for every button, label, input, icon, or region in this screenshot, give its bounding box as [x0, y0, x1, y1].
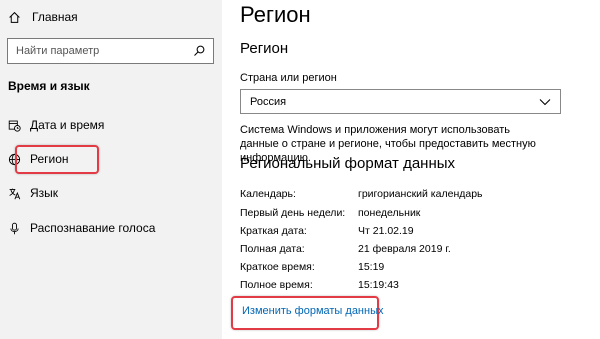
format-key: Календарь:	[240, 188, 296, 200]
main-content: Регион Регион Страна или регион Россия С…	[222, 0, 600, 339]
region-section-title: Регион	[240, 40, 289, 57]
sidebar-item-speech[interactable]: Распознавание голоса	[8, 218, 155, 238]
format-section-title: Региональный формат данных	[240, 155, 456, 172]
chevron-down-icon	[539, 98, 551, 105]
search-placeholder: Найти параметр	[16, 45, 100, 57]
format-key: Полное время:	[240, 279, 313, 291]
format-row: Первый день недели: понедельник	[240, 207, 420, 221]
microphone-icon	[8, 222, 21, 235]
format-value: 21 февраля 2019 г.	[358, 243, 451, 255]
search-icon[interactable]	[193, 45, 205, 57]
format-value: 15:19:43	[358, 279, 399, 291]
format-row: Полное время: 15:19:43	[240, 279, 399, 293]
sidebar-item-label: Распознавание голоса	[30, 221, 156, 235]
calendar-clock-icon	[8, 119, 21, 132]
sidebar-item-language[interactable]: Язык	[8, 183, 58, 203]
country-dropdown[interactable]: Россия	[240, 89, 561, 114]
section-title: Время и язык	[8, 79, 90, 93]
format-key: Полная дата:	[240, 243, 305, 255]
format-value: 15:19	[358, 261, 385, 273]
sidebar: Главная Найти параметр Время и язык Дата…	[0, 0, 222, 339]
home-label: Главная	[32, 10, 78, 24]
sidebar-item-label: Язык	[30, 186, 59, 200]
change-formats-link[interactable]: Изменить форматы данных	[242, 305, 384, 317]
format-value: понедельник	[358, 207, 421, 219]
page-title: Регион	[240, 2, 311, 27]
format-value: григорианский календарь	[358, 188, 483, 200]
home-icon	[9, 11, 20, 23]
search-input[interactable]: Найти параметр	[7, 38, 214, 64]
format-value: Чт 21.02.19	[358, 225, 414, 237]
country-label: Страна или регион	[240, 72, 337, 84]
format-key: Краткая дата:	[240, 225, 307, 237]
format-key: Краткое время:	[240, 261, 315, 273]
format-key: Первый день недели:	[240, 207, 346, 219]
home-link[interactable]: Главная	[8, 8, 78, 26]
format-row: Календарь: григорианский календарь	[240, 188, 483, 202]
format-row: Краткая дата: Чт 21.02.19	[240, 225, 414, 239]
sidebar-item-date-time[interactable]: Дата и время	[8, 115, 104, 135]
country-value: Россия	[250, 95, 287, 108]
language-icon	[8, 187, 21, 200]
region-highlight-box	[15, 145, 99, 174]
format-row: Полная дата: 21 февраля 2019 г.	[240, 243, 451, 257]
format-row: Краткое время: 15:19	[240, 261, 384, 275]
sidebar-item-label: Дата и время	[30, 118, 105, 132]
